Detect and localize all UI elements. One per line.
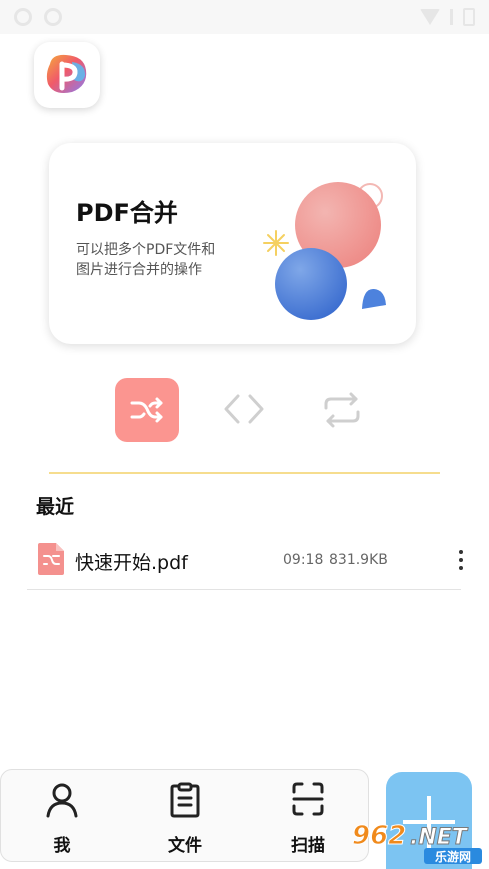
decorative-bubbles-illustration <box>263 182 386 320</box>
app-logo <box>34 42 100 108</box>
nav-item-scan[interactable]: 扫描 <box>258 770 358 860</box>
recent-file-row[interactable]: 快速开始.pdf 09:18 831.9KB <box>27 535 463 590</box>
watermark-logo: 962 .NET 乐游网 <box>352 821 482 864</box>
code-brackets-icon[interactable] <box>222 392 266 426</box>
shuffle-icon <box>130 397 163 423</box>
svg-text:乐游网: 乐游网 <box>435 849 471 864</box>
feature-description: 可以把多个PDF文件和图片进行合并的操作 <box>76 242 216 278</box>
more-options-icon[interactable] <box>457 548 465 572</box>
scan-icon <box>292 782 324 816</box>
person-icon <box>46 783 78 818</box>
recent-section-title: 最近 <box>36 496 75 518</box>
tool-row <box>0 378 489 444</box>
section-divider <box>49 472 440 474</box>
row-divider <box>27 589 461 590</box>
nav-item-me[interactable]: 我 <box>12 770 112 860</box>
svg-text:.NET: .NET <box>410 825 469 850</box>
file-size: 831.9KB <box>329 552 388 568</box>
nav-label-files: 文件 <box>168 836 202 856</box>
bottom-nav: 我 文件 扫描 <box>0 769 369 862</box>
status-notification-icon <box>14 8 32 26</box>
pdf-file-icon <box>38 543 64 575</box>
battery-icon <box>463 8 475 26</box>
status-bar <box>0 0 489 34</box>
nav-label-scan: 扫描 <box>291 836 325 856</box>
nav-label-me: 我 <box>53 836 71 856</box>
svg-text:962: 962 <box>352 821 406 851</box>
wifi-icon <box>420 9 440 25</box>
tool-merge-button[interactable] <box>115 378 179 442</box>
repeat-arrows-icon[interactable] <box>320 392 364 428</box>
nav-item-files[interactable]: 文件 <box>135 770 235 860</box>
file-name: 快速开始.pdf <box>75 552 188 574</box>
feature-card-pdf-merge[interactable]: PDF合并 可以把多个PDF文件和图片进行合并的操作 <box>49 143 416 344</box>
document-icon <box>170 782 200 818</box>
feature-title: PDF合并 <box>76 199 178 227</box>
file-time: 09:18 <box>283 552 324 568</box>
status-notification-icon <box>44 8 62 26</box>
signal-icon <box>450 9 453 25</box>
